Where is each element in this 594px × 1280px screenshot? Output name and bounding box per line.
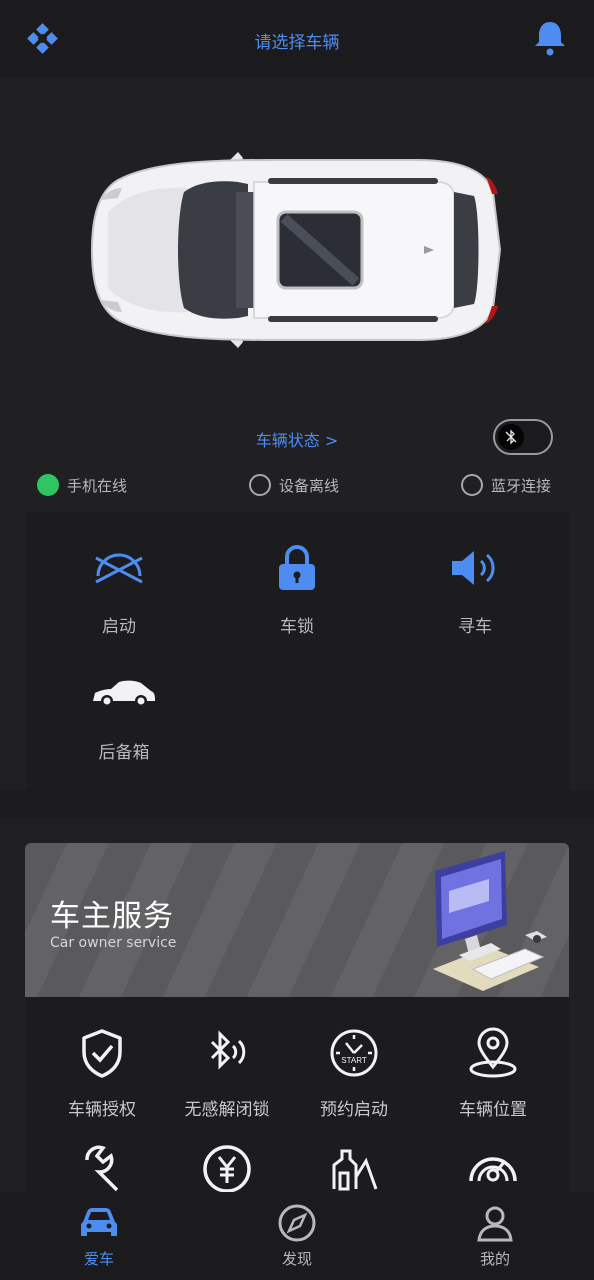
- lock-icon: [237, 540, 357, 596]
- shield-check-icon: [37, 1025, 167, 1081]
- bell-icon[interactable]: [530, 18, 570, 58]
- computer-illustration-icon: [429, 851, 559, 991]
- service-dealer[interactable]: [289, 1139, 419, 1195]
- service-subtitle: Car owner service: [50, 935, 177, 951]
- control-label: 启动: [102, 617, 136, 637]
- owner-service-banner[interactable]: 车主服务 Car owner service: [25, 843, 569, 997]
- service-label: 预约启动: [320, 1100, 388, 1120]
- service-title: 车主服务: [50, 899, 174, 934]
- engine-start-icon: [59, 540, 179, 596]
- indicator-label: 设备离线: [279, 476, 340, 495]
- service-scheduled-start[interactable]: START 预约启动: [289, 1025, 419, 1120]
- service-payment[interactable]: [162, 1139, 292, 1195]
- bluetooth-toggle[interactable]: [493, 419, 553, 455]
- control-start[interactable]: 启动: [59, 540, 179, 637]
- vehicle-panel: 车辆状态 > 手机在线 设备离线 蓝牙连接 启动 车锁 寻车 后备箱: [0, 78, 594, 790]
- connection-indicators: 手机在线 设备离线 蓝牙连接: [0, 474, 594, 504]
- tab-label: 发现: [281, 1250, 312, 1268]
- tab-label: 我的: [479, 1250, 510, 1268]
- top-header: 请选择车辆: [0, 0, 594, 78]
- service-maintenance[interactable]: [37, 1139, 167, 1195]
- location-pin-icon: [428, 1025, 558, 1081]
- compass-icon: [237, 1202, 357, 1244]
- status-dot-icon: [249, 474, 271, 496]
- control-label: 后备箱: [98, 743, 150, 763]
- tab-discover[interactable]: 发现: [237, 1202, 357, 1269]
- indicator-label: 手机在线: [67, 476, 128, 495]
- service-label: 车辆授权: [68, 1100, 136, 1120]
- control-label: 寻车: [458, 617, 492, 637]
- vehicle-select-title[interactable]: 请选择车辆: [0, 28, 594, 53]
- service-label: 车辆位置: [459, 1100, 527, 1120]
- indicator-label: 蓝牙连接: [491, 476, 552, 495]
- status-dot-icon: [461, 474, 483, 496]
- service-vehicle-location[interactable]: 车辆位置: [428, 1025, 558, 1120]
- remote-controls: 启动 车锁 寻车 后备箱: [26, 512, 569, 790]
- indicator-bluetooth: 蓝牙连接: [461, 474, 551, 496]
- trunk-car-icon: [64, 666, 184, 722]
- horn-icon: [415, 540, 535, 596]
- tab-label: 爱车: [83, 1250, 114, 1268]
- building-icon: [289, 1139, 419, 1195]
- clock-start-icon: START: [289, 1025, 419, 1081]
- service-dashboard[interactable]: [428, 1139, 558, 1195]
- svg-text:START: START: [341, 1056, 367, 1065]
- speedometer-icon: [428, 1139, 558, 1195]
- control-lock[interactable]: 车锁: [237, 540, 357, 637]
- car-tab-icon: [39, 1202, 159, 1244]
- status-dot-icon: [37, 474, 59, 496]
- bluetooth-off-icon: [498, 424, 524, 450]
- bottom-tab-bar: 爱车 发现 我的: [0, 1192, 594, 1280]
- service-vehicle-authorization[interactable]: 车辆授权: [37, 1025, 167, 1120]
- bluetooth-signal-icon: [162, 1025, 292, 1081]
- yen-icon: [162, 1139, 292, 1195]
- car-top-view-image: [88, 152, 508, 348]
- service-label: 无感解闭锁: [184, 1100, 270, 1120]
- indicator-phone-online: 手机在线: [37, 474, 127, 496]
- tab-my-car[interactable]: 爱车: [39, 1202, 159, 1269]
- service-grid: 车辆授权 无感解闭锁 START 预约启动 车辆位置: [25, 997, 569, 1207]
- control-trunk[interactable]: 后备箱: [64, 666, 184, 763]
- service-keyless-lock[interactable]: 无感解闭锁: [162, 1025, 292, 1120]
- wrench-icon: [37, 1139, 167, 1195]
- control-label: 车锁: [280, 617, 314, 637]
- owner-service-section: 车主服务 Car owner service 车辆授权 无感解闭锁 START …: [0, 818, 594, 1207]
- tab-mine[interactable]: 我的: [435, 1202, 555, 1269]
- indicator-device-offline: 设备离线: [249, 474, 339, 496]
- user-icon: [435, 1202, 555, 1244]
- control-find-car[interactable]: 寻车: [415, 540, 535, 637]
